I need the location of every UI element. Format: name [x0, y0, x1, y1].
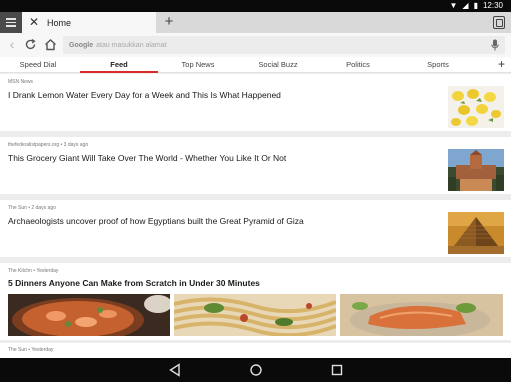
status-bar: ▼ ◢ ▮ 12:30 — [0, 0, 511, 12]
back-nav-icon[interactable] — [168, 363, 182, 377]
feed-category-tabs: Speed Dial Feed Top News Social Buzz Pol… — [0, 57, 511, 73]
browser-screen: ▼ ◢ ▮ 12:30 ✕ Home + ‹ Google atau masuk… — [0, 0, 511, 382]
article-source: MSN News — [8, 79, 34, 85]
article-headline[interactable]: Archaeologists uncover proof of how Egyp… — [8, 216, 304, 226]
tab-feed[interactable]: Feed — [80, 57, 158, 73]
pyramid-thumbnail[interactable] — [448, 212, 504, 254]
back-icon[interactable]: ‹ — [5, 36, 19, 54]
article-source: The Kitchn • Yesterday — [8, 268, 59, 274]
search-engine-label: Google — [69, 41, 94, 49]
status-icons: ▼ ◢ ▮ 12:30 — [449, 1, 503, 11]
article-card[interactable]: The Sun • Yesterday — [0, 343, 511, 358]
article-source: thefederalistpapers.org • 3 days ago — [8, 142, 89, 148]
battery-icon: ▮ — [473, 1, 478, 10]
tab-speed-dial[interactable]: Speed Dial — [8, 57, 68, 73]
tab-sports[interactable]: Sports — [412, 57, 464, 73]
tab-switcher-icon[interactable] — [493, 16, 505, 29]
home-nav-icon[interactable] — [249, 363, 263, 377]
tab-politics[interactable]: Politics — [330, 57, 386, 73]
lemons-thumbnail[interactable] — [448, 86, 504, 128]
shrimp-dish-image[interactable] — [8, 294, 170, 336]
article-source: The Sun • Yesterday — [8, 347, 54, 353]
search-placeholder: atau masukkan alamat — [96, 41, 167, 49]
signal-icon: ◢ — [462, 1, 469, 10]
tab-title: Home — [47, 17, 72, 28]
article-card[interactable]: thefederalistpapers.org • 3 days ago Thi… — [0, 137, 511, 194]
tab-strip: ✕ Home + — [0, 12, 511, 33]
recents-nav-icon[interactable] — [330, 363, 344, 377]
tab-home[interactable]: ✕ Home — [22, 12, 156, 33]
new-tab-button[interactable]: + — [160, 12, 178, 33]
reload-icon[interactable] — [24, 38, 37, 51]
menu-icon[interactable] — [0, 12, 22, 33]
tab-top-news[interactable]: Top News — [168, 57, 228, 73]
add-category-button[interactable]: + — [498, 57, 505, 72]
article-card[interactable]: MSN News I Drank Lemon Water Every Day f… — [0, 74, 511, 131]
article-headline[interactable]: 5 Dinners Anyone Can Make from Scratch i… — [8, 278, 260, 288]
system-navigation-bar — [0, 358, 511, 382]
close-tab-icon[interactable]: ✕ — [27, 12, 41, 33]
article-source: The Sun • 2 days ago — [8, 205, 56, 211]
article-card[interactable]: The Sun • 2 days ago Archaeologists unco… — [0, 200, 511, 257]
salmon-image[interactable] — [340, 294, 503, 336]
pasta-image[interactable] — [174, 294, 336, 336]
address-toolbar: ‹ Google atau masukkan alamat — [0, 33, 511, 57]
microphone-icon[interactable] — [491, 39, 499, 51]
home-icon[interactable] — [44, 38, 57, 51]
article-headline[interactable]: I Drank Lemon Water Every Day for a Week… — [8, 90, 281, 100]
tab-social-buzz[interactable]: Social Buzz — [246, 57, 310, 73]
monument-thumbnail[interactable] — [448, 149, 504, 191]
article-headline[interactable]: This Grocery Giant Will Take Over The Wo… — [8, 153, 286, 163]
clock: 12:30 — [482, 1, 503, 10]
featured-article-card[interactable]: The Kitchn • Yesterday 5 Dinners Anyone … — [0, 263, 511, 340]
search-input[interactable]: Google atau masukkan alamat — [63, 36, 505, 54]
wifi-icon: ▼ — [449, 1, 458, 10]
